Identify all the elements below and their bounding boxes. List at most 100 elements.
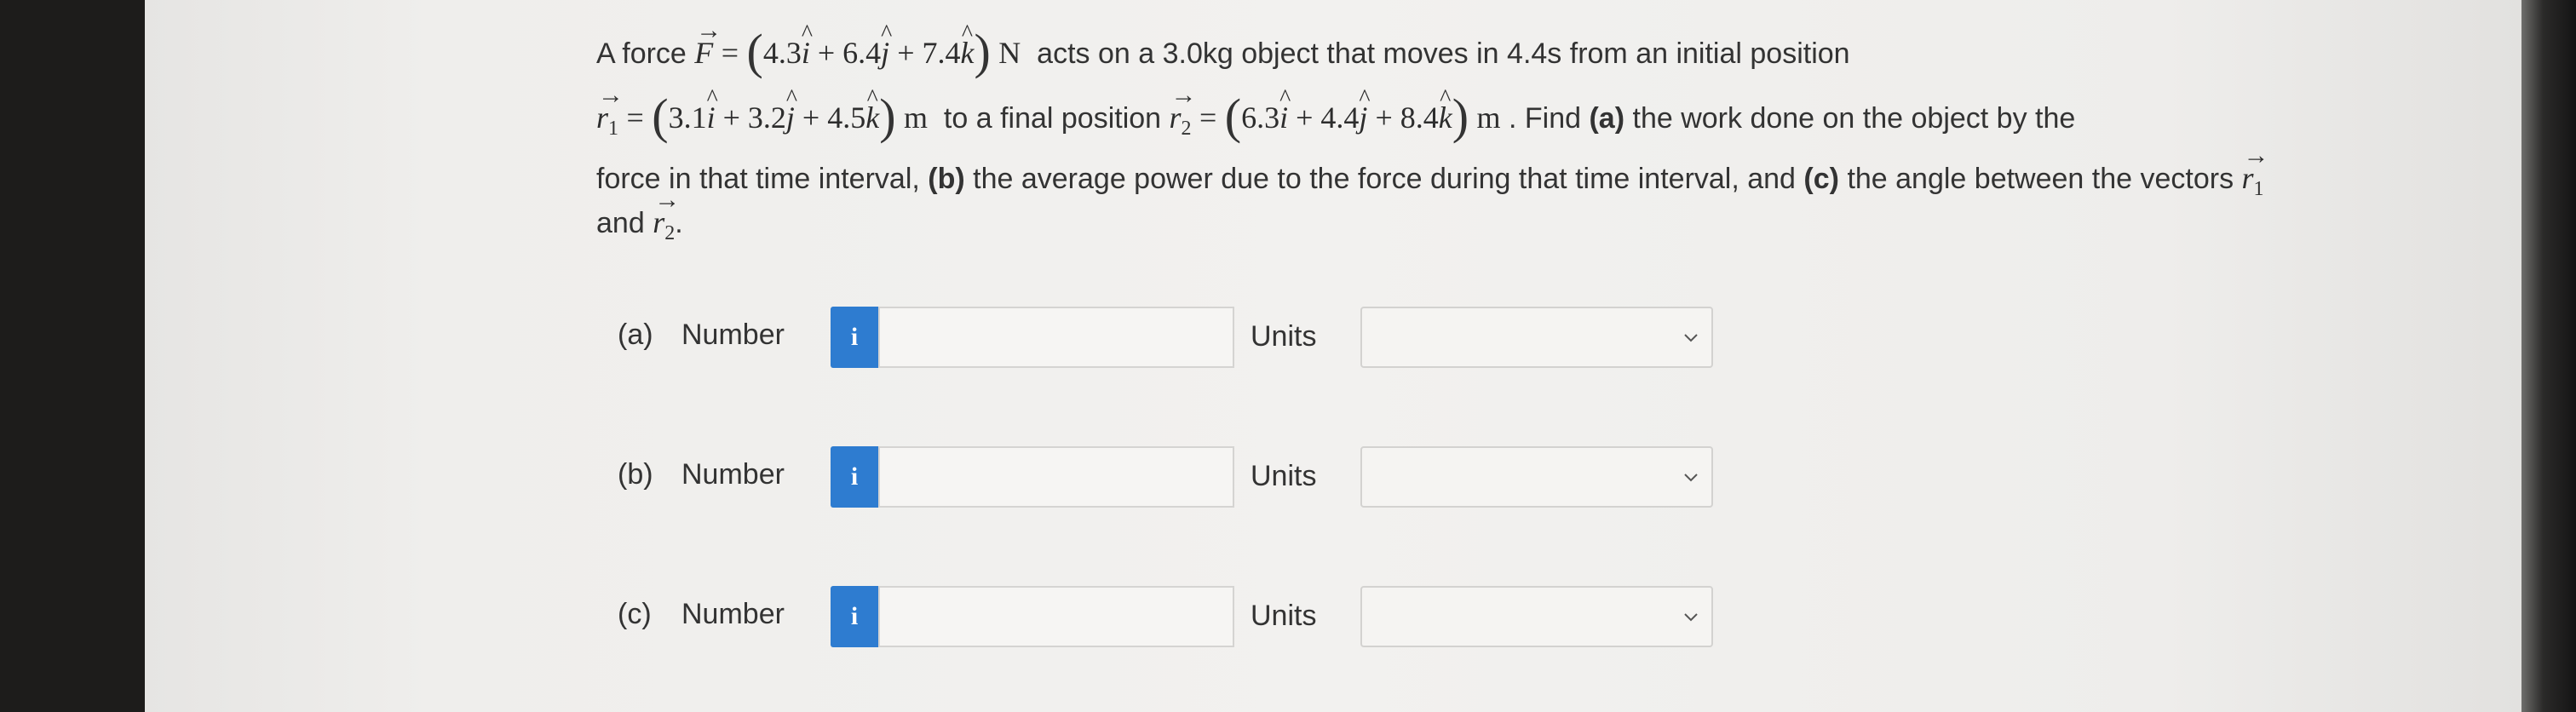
plus-sign: + [1296, 100, 1314, 135]
r2-vector-symbol: → r [1170, 81, 1197, 139]
question-text-segment: to a final position [943, 102, 1162, 135]
question-text-segment: the angle between the vectors [1847, 163, 2234, 195]
question-line-4: and → r2. [596, 186, 683, 255]
number-label: Number [681, 598, 785, 630]
part-label: (b) [618, 458, 653, 491]
question-text-segment: the work done on the object by the [1632, 102, 2076, 135]
force-components: 4.3 ^ i + 6.4 ^ j + 7.4 ^ k [762, 20, 975, 70]
question-line-3: force in that time interval, (b) the ave… [596, 141, 2269, 210]
r1-vector-symbol: → r [596, 81, 624, 139]
question-text-segment: . Find [1508, 102, 1582, 135]
vector-arrow: → [1170, 81, 1197, 109]
screen-content: A force → F = (4.3 ^ i + 6.4 ^ j + 7.4 ^ k) N a… [145, 0, 2569, 712]
plus-sign: + [817, 36, 836, 70]
hat-mark: ^ [1440, 85, 1452, 112]
r2-x-component: 6.3 [1241, 100, 1280, 135]
j-hat: ^ j [1359, 85, 1370, 139]
hat-mark: ^ [1279, 85, 1291, 112]
answer-row-c: (c) Number i Units [618, 586, 1725, 647]
info-button[interactable]: i [831, 586, 878, 647]
force-x-component: 4.3 [762, 36, 802, 70]
vector-arrow: → [654, 186, 681, 214]
close-paren: ) [1452, 89, 1469, 144]
hat-mark: ^ [785, 85, 798, 112]
j-hat: ^ j [786, 85, 797, 139]
r2-y-component: 4.4 [1320, 100, 1360, 135]
open-paren: ( [1224, 89, 1242, 144]
question-line-1: A force → F = (4.3 ^ i + 6.4 ^ j + 7.4 ^ k) N a… [596, 16, 1850, 77]
hat-mark: ^ [881, 20, 893, 47]
i-hat: ^ i [1279, 85, 1291, 139]
info-button[interactable]: i [831, 446, 878, 508]
plus-sign: + [722, 100, 740, 135]
part-label: (a) [618, 319, 653, 351]
info-button[interactable]: i [831, 307, 878, 368]
r1-subscript: 1 [2253, 178, 2264, 200]
r2-z-component: 8.4 [1400, 100, 1439, 135]
number-input[interactable] [878, 446, 1234, 508]
r1-x-component: 3.1 [668, 100, 707, 135]
equals-sign: = [721, 36, 739, 70]
r2-subscript: 2 [664, 222, 676, 244]
force-y-component: 6.4 [842, 36, 882, 70]
r2-components: 6.3 ^ i + 4.4 ^ j + 8.4 ^ k [1241, 85, 1452, 135]
equals-sign: = [626, 100, 644, 135]
r1-subscript: 1 [608, 118, 619, 140]
open-paren: ( [746, 24, 763, 79]
chevron-down-icon [1684, 474, 1698, 482]
part-label: (c) [618, 598, 652, 630]
close-paren: ) [974, 24, 991, 79]
answer-row-b: (b) Number i Units [618, 446, 1725, 508]
hat-mark: ^ [706, 85, 718, 112]
r1-components: 3.1 ^ i + 3.2 ^ j + 4.5 ^ k [668, 85, 880, 135]
info-icon: i [850, 462, 859, 491]
i-hat: ^ i [707, 85, 718, 139]
units-label: Units [1251, 600, 1317, 632]
question-text-segment: A force [596, 37, 687, 70]
force-z-component: 7.4 [922, 36, 961, 70]
part-a-tag: (a) [1589, 102, 1625, 135]
units-dropdown[interactable] [1360, 446, 1713, 508]
part-c-tag: (c) [1803, 163, 1839, 195]
units-label: Units [1251, 460, 1317, 492]
plus-sign: + [897, 36, 915, 70]
vector-arrow: → [696, 16, 722, 44]
question-text-segment: force in that time interval, [596, 163, 920, 195]
chevron-down-icon [1684, 613, 1698, 622]
position-unit: m [903, 100, 928, 135]
question-text-segment: and [596, 207, 645, 239]
r2-subscript: 2 [1181, 118, 1192, 140]
hat-mark: ^ [866, 85, 878, 112]
number-input[interactable] [878, 307, 1234, 368]
open-paren: ( [652, 89, 669, 144]
chevron-down-icon [1684, 334, 1698, 342]
number-label: Number [681, 319, 785, 351]
units-label: Units [1251, 320, 1317, 353]
question-text-segment: the average power due to the force durin… [973, 163, 1796, 195]
j-hat: ^ j [881, 20, 892, 74]
monitor-bezel [2521, 0, 2576, 712]
plus-sign: + [1375, 100, 1393, 135]
question-text-segment: acts on a 3.0kg object that moves in 4.4… [1037, 37, 1850, 70]
info-icon: i [850, 323, 859, 351]
units-dropdown[interactable] [1360, 307, 1713, 368]
r1-vector-symbol: → r [2242, 141, 2269, 199]
equals-sign: = [1199, 100, 1217, 135]
hat-mark: ^ [801, 20, 813, 47]
k-hat: ^ k [961, 20, 975, 74]
force-vector-symbol: → F [694, 16, 722, 74]
number-label: Number [681, 458, 785, 491]
units-dropdown[interactable] [1360, 586, 1713, 647]
hat-mark: ^ [961, 20, 974, 47]
r1-z-component: 4.5 [827, 100, 866, 135]
close-paren: ) [879, 89, 896, 144]
plus-sign: + [802, 100, 820, 135]
info-icon: i [850, 602, 859, 630]
hat-mark: ^ [1359, 85, 1371, 112]
number-input[interactable] [878, 586, 1234, 647]
force-unit: N [998, 36, 1021, 70]
vector-arrow: → [598, 81, 624, 109]
vector-arrow: → [2243, 141, 2269, 169]
i-hat: ^ i [802, 20, 813, 74]
k-hat: ^ k [865, 85, 879, 139]
